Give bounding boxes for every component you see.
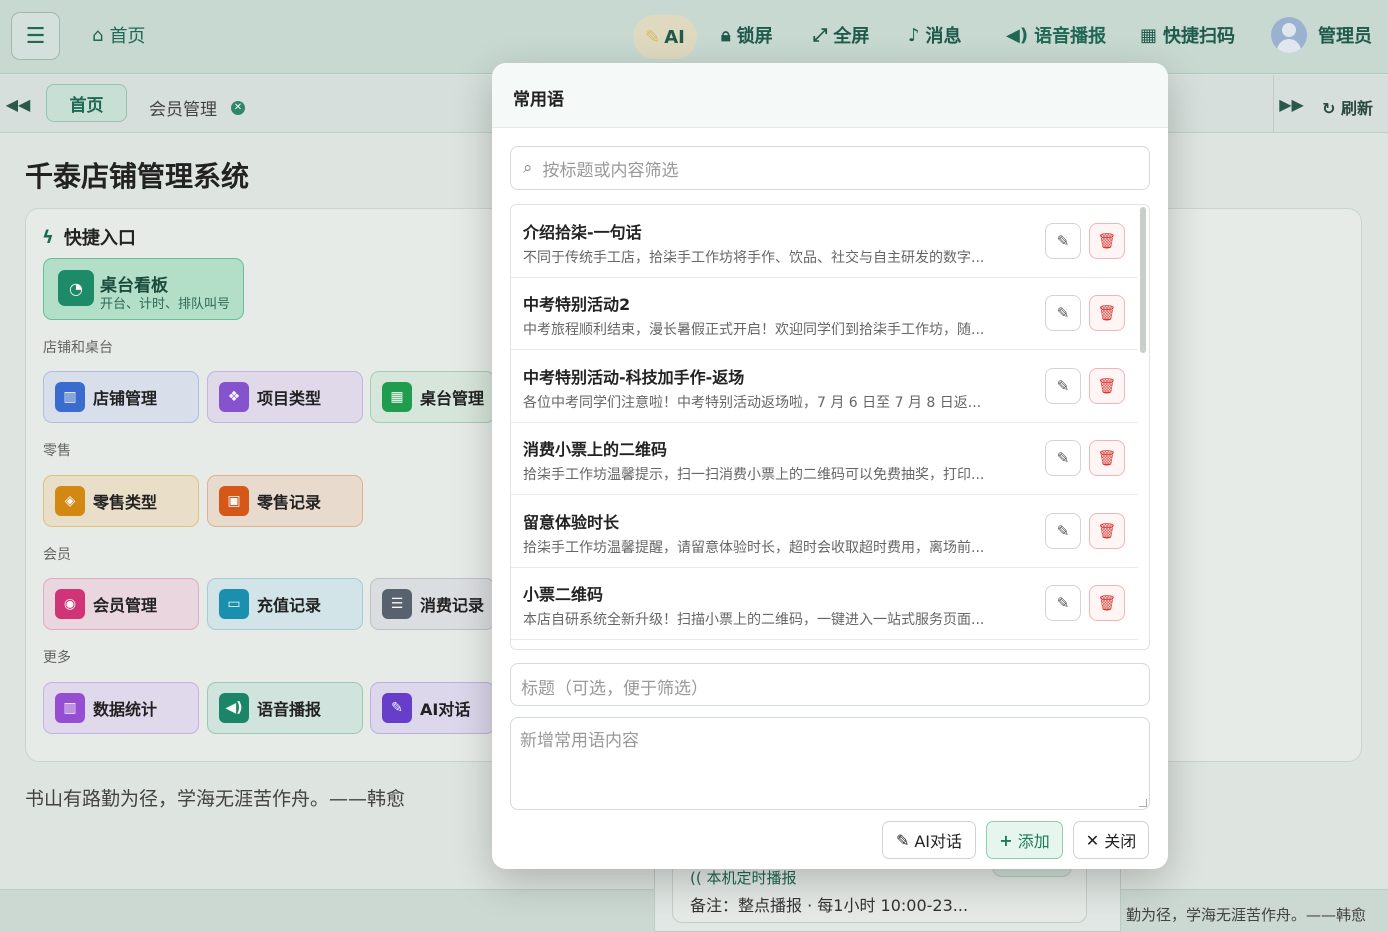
close-icon: ✕ [1085, 830, 1100, 850]
edit-button[interactable]: ✎ [1045, 223, 1081, 259]
edit-button[interactable]: ✎ [1045, 585, 1081, 621]
edit-button[interactable]: ✎ [1045, 368, 1081, 404]
delete-button[interactable]: 🗑︎ [1089, 513, 1125, 549]
trash-icon: 🗑︎ [1097, 232, 1117, 250]
filter-search-input[interactable]: ⌕ 按标题或内容筛选 [510, 146, 1150, 190]
trash-icon: 🗑︎ [1097, 449, 1117, 467]
pencil-icon: ✎ [1056, 232, 1070, 250]
trash-icon: 🗑︎ [1097, 594, 1117, 612]
delete-button[interactable]: 🗑︎ [1089, 368, 1125, 404]
edit-button[interactable]: ✎ [1045, 440, 1081, 476]
delete-button[interactable]: 🗑︎ [1089, 223, 1125, 259]
delete-button[interactable]: 🗑︎ [1089, 585, 1125, 621]
content-textarea[interactable]: 新增常用语内容 [510, 717, 1150, 810]
common-phrases-modal: 常用语 ⌕ 按标题或内容筛选 介绍拾柒-一句话 不同于传统手工店，拾柒手工作坊将手… [492, 63, 1168, 869]
trash-icon: 🗑︎ [1097, 304, 1117, 322]
list-item[interactable]: 中考特别活动2 中考旅程顺利结束，漫长暑假正式开启！欢迎同学们到拾柒手工作坊，随… [511, 277, 1138, 350]
edit-button[interactable]: ✎ [1045, 513, 1081, 549]
search-icon: ⌕ [523, 158, 533, 178]
list-item[interactable]: 介绍拾柒-一句话 不同于传统手工店，拾柒手工作坊将手作、饮品、社交与自主研发的数… [511, 205, 1138, 278]
pencil-icon: ✎ [1056, 304, 1070, 322]
delete-button[interactable]: 🗑︎ [1089, 440, 1125, 476]
pencil-icon: ✎ [1056, 377, 1070, 395]
delete-button[interactable]: 🗑︎ [1089, 295, 1125, 331]
pencil-icon: ✎ [1056, 594, 1070, 612]
add-button[interactable]: + 添加 [986, 821, 1063, 859]
plus-icon: + [999, 830, 1013, 850]
pencil-icon: ✎ [1056, 522, 1070, 540]
title-input[interactable]: 标题（可选，便于筛选） [510, 663, 1150, 706]
edit-button[interactable]: ✎ [1045, 295, 1081, 331]
pencil-icon: ✎ [1056, 449, 1070, 467]
trash-icon: 🗑︎ [1097, 522, 1117, 540]
list-item[interactable]: 小票二维码 本店自研系统全新升级！扫描小票上的二维码，一键进入一站式服务页面..… [511, 567, 1138, 640]
resize-handle[interactable] [1139, 799, 1147, 807]
list-item[interactable]: 中考特别活动-科技加手作-返场 各位中考同学们注意啦！中考特别活动返场啦，7 月… [511, 350, 1138, 423]
list-item[interactable]: 消费小票上的二维码 拾柒手工作坊温馨提示，扫一扫消费小票上的二维码可以免费抽奖，… [511, 422, 1138, 495]
trash-icon: 🗑︎ [1097, 377, 1117, 395]
modal-title: 常用语 [492, 63, 1168, 128]
phrase-list[interactable]: 介绍拾柒-一句话 不同于传统手工店，拾柒手工作坊将手作、饮品、社交与自主研发的数… [510, 204, 1150, 650]
close-button[interactable]: ✕ 关闭 [1073, 821, 1149, 859]
magic-wand-icon: ✎ [895, 830, 910, 850]
ai-chat-button[interactable]: ✎ AI对话 [882, 821, 976, 859]
list-item[interactable]: 留意体验时长 拾柒手工作坊温馨提醒，请留意体验时长，超时会收取超时费用，离场前.… [511, 495, 1138, 568]
list-scrollbar[interactable] [1140, 207, 1146, 353]
